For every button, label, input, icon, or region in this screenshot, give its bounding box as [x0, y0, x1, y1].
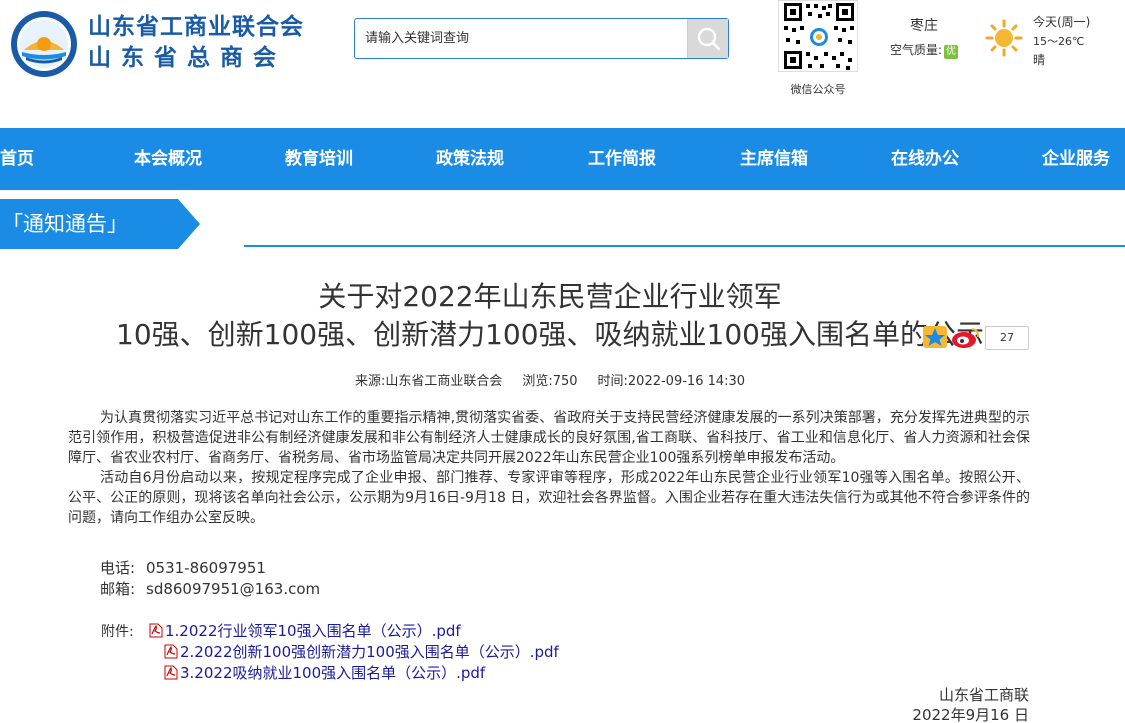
nav-item-policy[interactable]: 政策法规	[436, 128, 504, 190]
section-banner: 「通知通告」	[0, 199, 200, 249]
attachment-label: 2.2022创新100强创新潜力100强入围名单（公示）.pdf	[180, 643, 559, 661]
qr-caption: 微信公众号	[790, 83, 846, 96]
nav-item-about[interactable]: 本会概况	[134, 128, 202, 190]
nav-item-home[interactable]: 首页	[0, 128, 34, 190]
logo-emblem-icon[interactable]	[10, 10, 78, 78]
phone-value: 0531-86097951	[146, 559, 266, 577]
pdf-icon	[164, 665, 178, 680]
search-box	[354, 18, 729, 59]
share-count: 27	[985, 326, 1029, 350]
signature-date: 2022年9月16 日	[912, 706, 1029, 723]
article-views: 浏览:750	[522, 374, 578, 389]
nav-item-training[interactable]: 教育培训	[285, 128, 353, 190]
contact-email: 邮箱: sd86097951@163.com	[100, 578, 320, 599]
article-meta: 来源:山东省工商业联合会 浏览:750 时间:2022-09-16 14:30	[0, 370, 1100, 389]
article-body: 为认真贯彻落实习近平总书记对山东工作的重要指示精神,贯彻落实省委、省政府关于支持…	[68, 408, 1030, 528]
attachment-label: 1.2022行业领军10强入围名单（公示）.pdf	[165, 622, 461, 640]
air-quality-badge: 优	[944, 45, 959, 59]
qr-code-icon	[784, 3, 854, 70]
qzone-share-icon[interactable]	[923, 326, 947, 348]
share-buttons	[923, 326, 980, 348]
article-title-line1: 关于对2022年山东民营企业行业领军	[318, 280, 782, 313]
main-nav: 首页 本会概况 教育培训 政策法规 工作简报 主席信箱 在线办公 企业服务	[0, 128, 1125, 190]
attachment-link[interactable]: 1.2022行业领军10强入围名单（公示）.pdf	[149, 620, 461, 641]
nav-item-online-office[interactable]: 在线办公	[891, 128, 959, 190]
search-icon	[697, 27, 721, 51]
attachment-label: 3.2022吸纳就业100强入围名单（公示）.pdf	[180, 664, 486, 682]
nav-item-briefing[interactable]: 工作简报	[588, 128, 656, 190]
site-header: 山东省工商业联合会 山东省总商会 请输入关键词查询 微信公众号 枣庄 空气质量:…	[0, 0, 1125, 128]
weather-temperature: 15～26℃	[1033, 35, 1085, 48]
email-label: 邮箱:	[100, 580, 136, 598]
contact-phone: 电话: 0531-86097951	[100, 557, 266, 578]
article-source: 来源:山东省工商业联合会	[354, 374, 503, 389]
attachments-label: 附件:	[101, 624, 134, 640]
search-input[interactable]	[355, 19, 687, 58]
section-divider	[244, 245, 1125, 247]
weather-city: 枣庄	[910, 18, 938, 34]
air-quality-label: 空气质量:	[890, 43, 943, 57]
org-name: 山东省工商业联合会 山东省总商会	[88, 12, 304, 74]
sunny-weather-icon	[985, 19, 1023, 57]
air-quality: 空气质量: 优	[890, 41, 959, 59]
attachment-link[interactable]: 3.2022吸纳就业100强入围名单（公示）.pdf	[164, 662, 485, 683]
pdf-icon	[149, 623, 163, 638]
nav-item-mailbox[interactable]: 主席信箱	[740, 128, 808, 190]
org-name-line2: 山东省总商会	[88, 45, 286, 71]
phone-label: 电话:	[100, 559, 136, 577]
weather-condition: 晴	[1033, 53, 1046, 67]
pdf-icon	[164, 644, 178, 659]
wechat-qr-code	[778, 0, 858, 72]
nav-item-enterprise[interactable]: 企业服务	[1042, 128, 1110, 190]
attachment-link[interactable]: 2.2022创新100强创新潜力100强入围名单（公示）.pdf	[164, 641, 559, 662]
weibo-share-icon[interactable]	[952, 328, 980, 348]
section-label: 「通知通告」	[2, 212, 128, 236]
signature-org: 山东省工商联	[938, 686, 1029, 704]
email-value: sd86097951@163.com	[146, 580, 321, 598]
search-button[interactable]	[687, 19, 728, 58]
article-paragraph: 为认真贯彻落实习近平总书记对山东工作的重要指示精神,贯彻落实省委、省政府关于支持…	[68, 410, 1030, 466]
org-name-line1: 山东省工商业联合会	[88, 14, 304, 40]
article-paragraph: 活动自6月份启动以来，按规定程序完成了企业申报、部门推荐、专家评审等程序，形成2…	[68, 470, 1030, 526]
weather-day: 今天(周一)	[1033, 15, 1091, 29]
article-time: 时间:2022-09-16 14:30	[597, 374, 746, 389]
